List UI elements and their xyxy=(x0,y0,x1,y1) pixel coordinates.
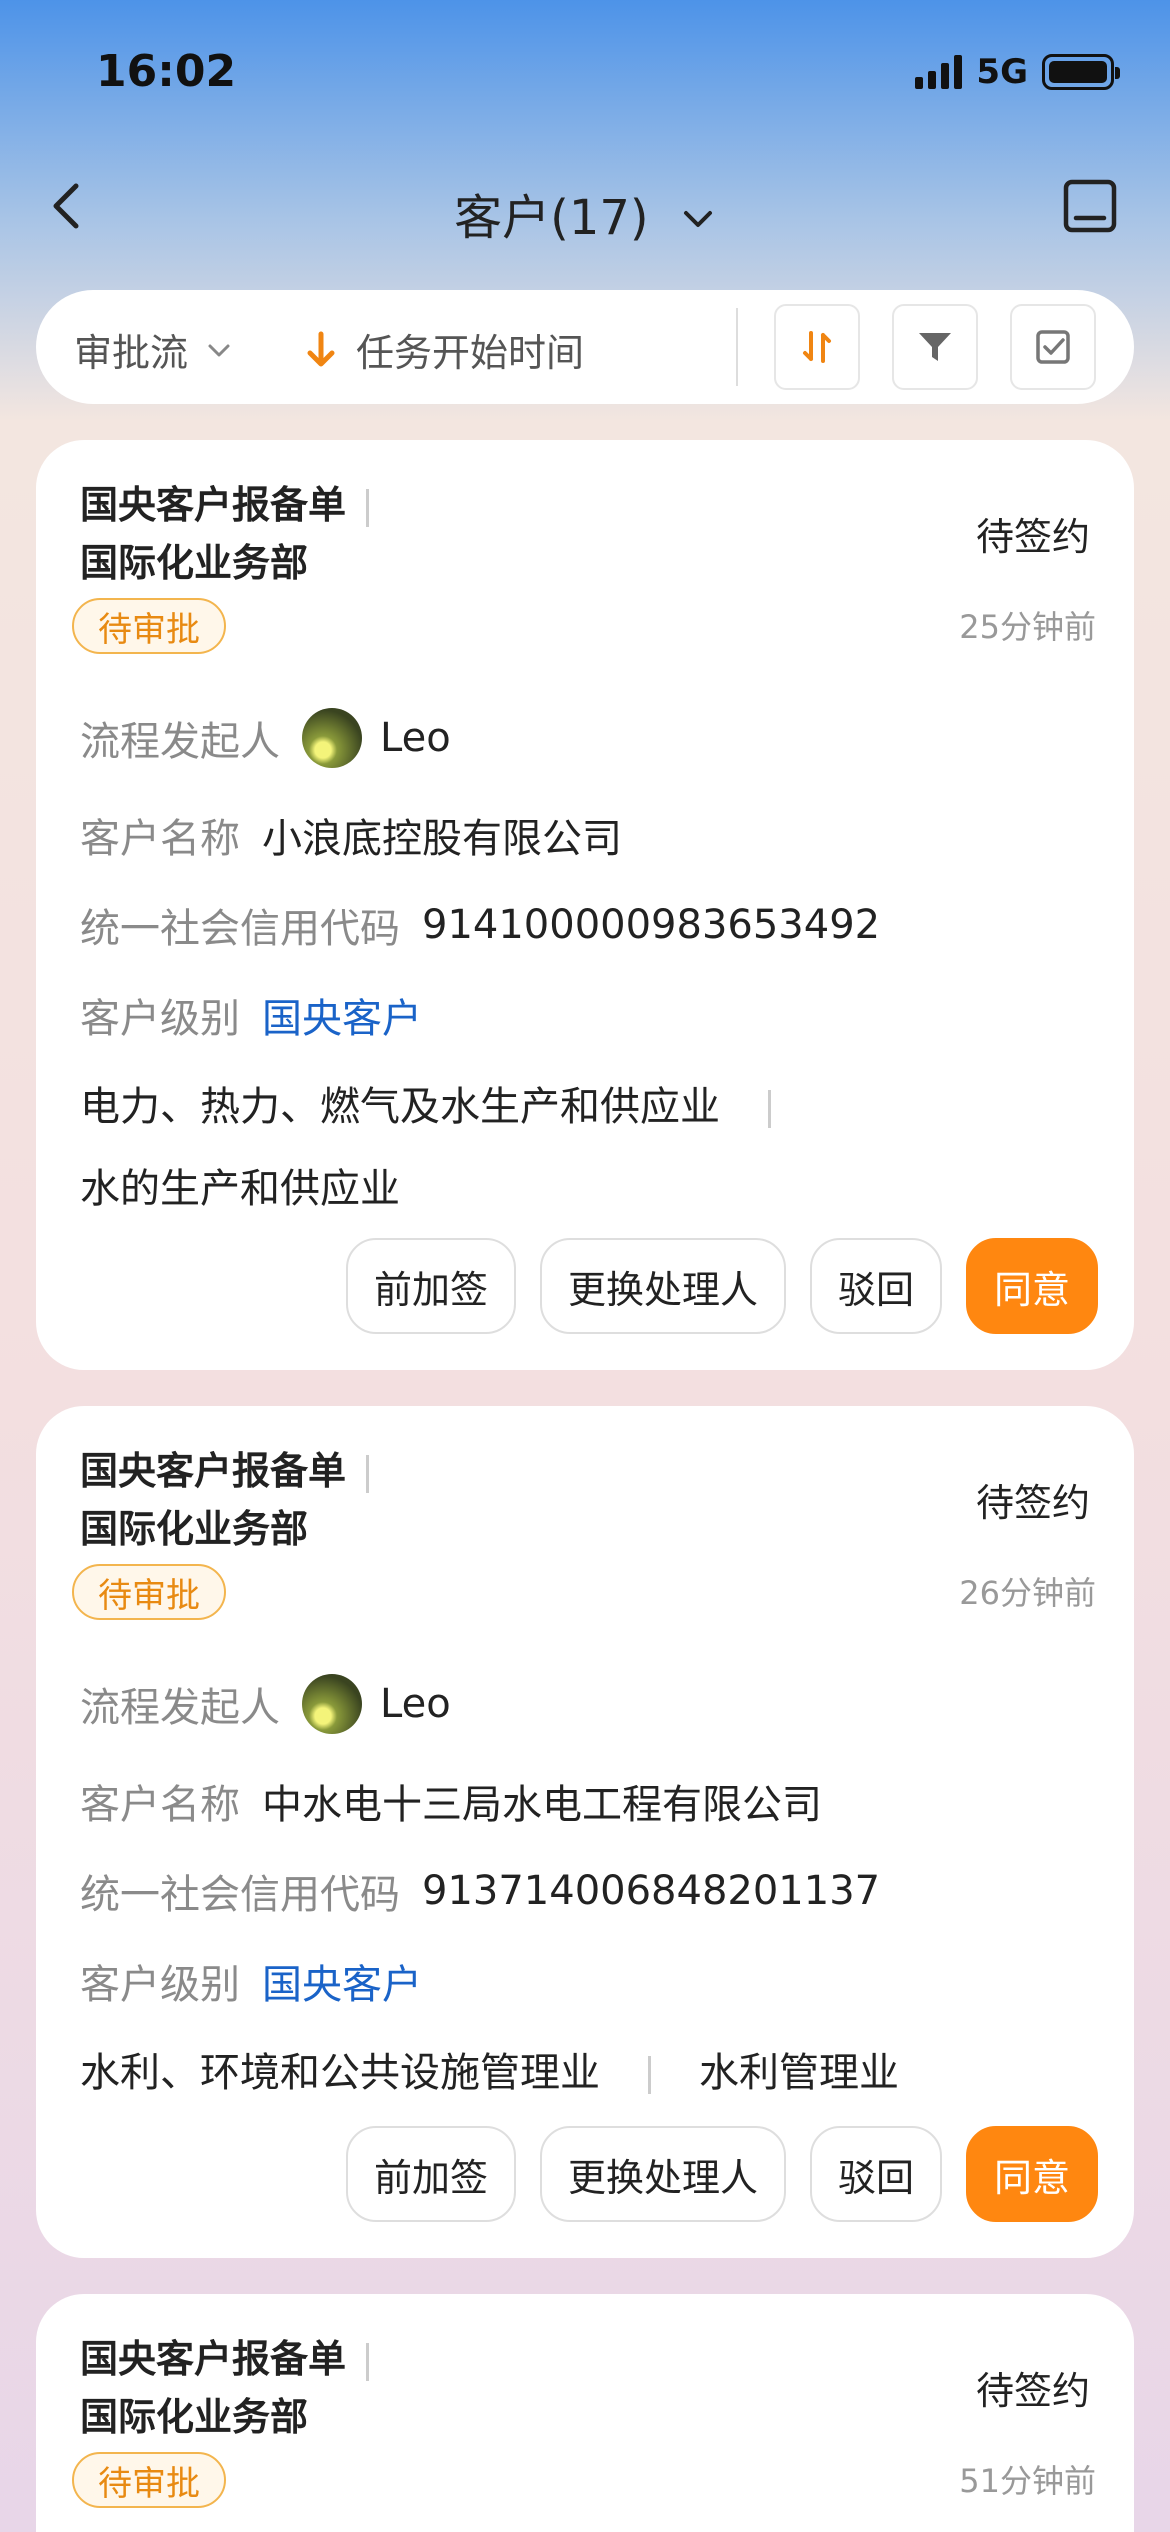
status-bar: 16:02 5G xyxy=(0,0,1170,150)
department: 国际化业务部 xyxy=(80,2395,309,2439)
initiator-name: Leo xyxy=(380,1681,451,1727)
change-handler-button[interactable]: 更换处理人 xyxy=(539,2126,786,2222)
credit-code-row: 统一社会信用代码 913714006848201137 xyxy=(80,1862,880,1920)
sort-icon xyxy=(803,331,831,363)
battery-icon xyxy=(1042,54,1120,90)
initiator-label: 流程发起人 xyxy=(80,719,280,765)
industry-category: 电力、热力、燃气及水生产和供应业 xyxy=(80,1084,720,1130)
credit-code-label: 统一社会信用代码 xyxy=(80,1872,400,1918)
toolbar-divider xyxy=(736,308,738,386)
customer-level-row: 客户级别 国央客户 xyxy=(80,986,422,1044)
customer-level: 国央客户 xyxy=(262,996,422,1042)
approval-status-badge: 待审批 xyxy=(72,598,226,654)
approval-flow-label: 审批流 xyxy=(74,331,189,375)
card-title: 国央客户报备单 国际化业务部 xyxy=(80,2330,370,2446)
signal-icon xyxy=(915,55,963,89)
filter-icon xyxy=(919,333,951,361)
title-divider xyxy=(366,488,370,527)
chevron-down-icon xyxy=(680,193,716,249)
status-indicators: 5G xyxy=(915,52,1120,92)
customer-level-label: 客户级别 xyxy=(80,1962,240,2008)
page-title-dropdown[interactable]: 客户(17) xyxy=(0,178,1170,249)
page-title: 客户(17) xyxy=(454,190,649,246)
reject-button[interactable]: 驳回 xyxy=(809,2126,942,2222)
batch-select-button[interactable] xyxy=(1010,304,1096,390)
panel-icon xyxy=(1063,179,1117,233)
form-type: 国央客户报备单 xyxy=(80,2337,347,2381)
approval-status-badge: 待审批 xyxy=(72,2452,226,2508)
industry-subcategory: 水的生产和供应业 xyxy=(80,1166,400,1212)
customer-name-label: 客户名称 xyxy=(80,816,240,862)
approve-button[interactable]: 同意 xyxy=(965,1238,1098,1334)
filter-toolbar: 审批流 任务开始时间 xyxy=(36,290,1134,404)
approve-button[interactable]: 同意 xyxy=(965,2126,1098,2222)
sort-by-start-time[interactable]: 任务开始时间 xyxy=(304,322,584,377)
status-time: 16:02 xyxy=(96,46,237,97)
contract-status: 待签约 xyxy=(975,2369,1090,2413)
credit-code: 914100000983653492 xyxy=(422,902,881,948)
time-ago: 51分钟前 xyxy=(959,2462,1096,2500)
customer-name-row: 客户名称 小浪底控股有限公司 xyxy=(80,806,622,864)
customer-level-label: 客户级别 xyxy=(80,996,240,1042)
title-divider xyxy=(366,2342,370,2381)
initiator-row: 流程发起人 Leo xyxy=(80,1674,451,1734)
change-handler-button[interactable]: 更换处理人 xyxy=(539,1238,786,1334)
customer-name-label: 客户名称 xyxy=(80,1782,240,1828)
form-type: 国央客户报备单 xyxy=(80,1449,347,1493)
industry-subcategory: 水利管理业 xyxy=(699,2050,899,2096)
time-ago: 26分钟前 xyxy=(959,1574,1096,1612)
filter-button[interactable] xyxy=(892,304,978,390)
arrow-down-icon xyxy=(307,331,335,366)
add-sign-before-button[interactable]: 前加签 xyxy=(345,1238,516,1334)
card-actions: 前加签 更换处理人 驳回 同意 xyxy=(345,1238,1098,1334)
nav-bar: 客户(17) xyxy=(0,160,1170,250)
customer-name: 中水电十三局水电工程有限公司 xyxy=(262,1782,822,1828)
customer-level-row: 客户级别 国央客户 xyxy=(80,1952,422,2010)
customer-name-row: 客户名称 中水电十三局水电工程有限公司 xyxy=(80,1772,822,1830)
approval-status-badge: 待审批 xyxy=(72,1564,226,1620)
credit-code-row: 统一社会信用代码 914100000983653492 xyxy=(80,896,880,954)
credit-code: 913714006848201137 xyxy=(422,1868,881,1914)
industry-info: 电力、热力、燃气及水生产和供应业 水的生产和供应业 xyxy=(80,1066,819,1230)
department: 国际化业务部 xyxy=(80,541,309,585)
initiator-name: Leo xyxy=(380,715,451,761)
title-divider xyxy=(366,1454,370,1493)
avatar xyxy=(302,1674,362,1734)
network-type: 5G xyxy=(976,52,1028,92)
sort-toggle-button[interactable] xyxy=(774,304,860,390)
department: 国际化业务部 xyxy=(80,1507,309,1551)
initiator-label: 流程发起人 xyxy=(80,1685,280,1731)
credit-code-label: 统一社会信用代码 xyxy=(80,906,400,952)
contract-status: 待签约 xyxy=(975,1481,1090,1525)
customer-level: 国央客户 xyxy=(262,1962,422,2008)
form-type: 国央客户报备单 xyxy=(80,483,347,527)
approval-flow-dropdown[interactable]: 审批流 xyxy=(74,322,232,377)
avatar xyxy=(302,708,362,768)
card-actions: 前加签 更换处理人 驳回 同意 xyxy=(345,2126,1098,2222)
initiator-row: 流程发起人 Leo xyxy=(80,708,451,768)
approval-card[interactable]: 国央客户报备单 国际化业务部 待签约 待审批 51分钟前 xyxy=(36,2294,1134,2532)
industry-divider xyxy=(648,2056,651,2094)
sort-label: 任务开始时间 xyxy=(356,331,585,375)
chevron-down-icon xyxy=(208,344,230,356)
panel-button[interactable] xyxy=(1062,178,1118,234)
reject-button[interactable]: 驳回 xyxy=(809,1238,942,1334)
checkbox-icon xyxy=(1036,330,1070,364)
approval-card[interactable]: 国央客户报备单 国际化业务部 待签约 待审批 25分钟前 流程发起人 Leo 客… xyxy=(36,440,1134,1370)
customer-name: 小浪底控股有限公司 xyxy=(262,816,622,862)
card-title: 国央客户报备单 国际化业务部 xyxy=(80,476,370,592)
add-sign-before-button[interactable]: 前加签 xyxy=(345,2126,516,2222)
card-title: 国央客户报备单 国际化业务部 xyxy=(80,1442,370,1558)
industry-category: 水利、环境和公共设施管理业 xyxy=(80,2050,600,2096)
industry-divider xyxy=(768,1090,771,1128)
industry-info: 水利、环境和公共设施管理业 水利管理业 xyxy=(80,2032,899,2114)
contract-status: 待签约 xyxy=(975,515,1090,559)
approval-card[interactable]: 国央客户报备单 国际化业务部 待签约 待审批 26分钟前 流程发起人 Leo 客… xyxy=(36,1406,1134,2258)
time-ago: 25分钟前 xyxy=(959,608,1096,646)
